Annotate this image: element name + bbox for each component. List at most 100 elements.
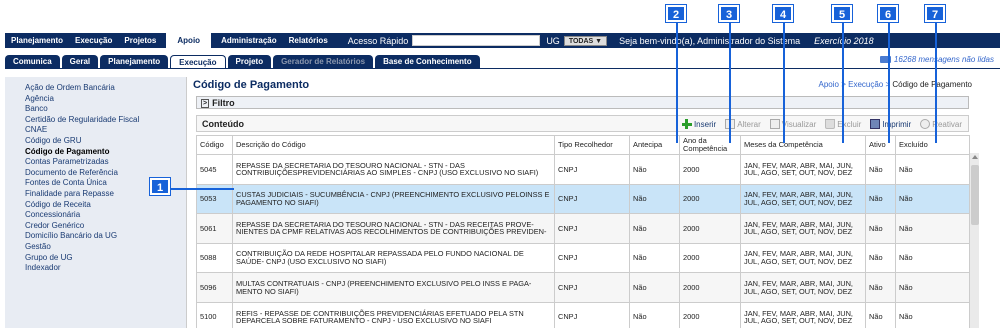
- col-header[interactable]: Meses da Competência: [740, 135, 866, 155]
- cell-year: 2000: [679, 154, 741, 185]
- cell-year: 2000: [679, 213, 741, 244]
- tab-base-conhecimento[interactable]: Base de Conhecimento: [375, 55, 480, 68]
- messages-text: 16268 mensagens não lidas: [893, 55, 994, 64]
- cell-code: 5096: [196, 272, 233, 303]
- ug-label: UG: [546, 35, 560, 46]
- sidebar-item[interactable]: Indexador: [5, 263, 186, 274]
- col-header[interactable]: Descrição do Código: [232, 135, 555, 155]
- view-button[interactable]: Visualizar: [769, 119, 817, 129]
- insert-button[interactable]: Inserir: [681, 119, 716, 129]
- col-header[interactable]: Tipo Recolhedor: [554, 135, 630, 155]
- cell-type: CNPJ: [554, 183, 630, 215]
- menu-apoio[interactable]: Apoio: [166, 33, 212, 48]
- tab-projeto[interactable]: Projeto: [227, 55, 272, 68]
- cell-months: JAN, FEV, MAR, ABR, MAI, JUN, JUL, AGO, …: [740, 272, 866, 303]
- print-button[interactable]: Imprimir: [870, 119, 911, 129]
- cell-months: JAN, FEV, MAR, ABR, MAI, JUN, JUL, AGO, …: [740, 242, 866, 274]
- cell-code: 5088: [196, 242, 233, 274]
- cell-description: REPASSE DA SECRETARIA DO TESOURO NACIONA…: [232, 213, 555, 244]
- menu-planejamento[interactable]: Planejamento: [5, 33, 69, 48]
- scroll-thumb[interactable]: [971, 165, 979, 225]
- cell-antecipa: Não: [629, 183, 680, 215]
- printer-icon: [870, 119, 881, 129]
- reactivate-button[interactable]: Reativar: [920, 119, 962, 129]
- menu-projetos[interactable]: Projetos: [118, 33, 162, 48]
- col-header[interactable]: Excluído: [895, 135, 970, 155]
- sidebar-item[interactable]: Ação de Ordem Bancária: [5, 83, 186, 94]
- sidebar-item[interactable]: Código de Receita: [5, 200, 186, 211]
- cell-year: 2000: [679, 301, 741, 328]
- cell-year: 2000: [679, 183, 741, 215]
- cell-active: Não: [865, 213, 896, 244]
- callout-badge: 4: [773, 5, 793, 22]
- callout-badge: 5: [832, 5, 852, 22]
- sidebar-item[interactable]: Domicílio Bancário da UG: [5, 231, 186, 242]
- sidebar-item[interactable]: Agência: [5, 94, 186, 105]
- callout-line: [783, 20, 785, 143]
- table-scrollbar[interactable]: [969, 153, 979, 328]
- cell-months: JAN, FEV, MAR, ABR, MAI, JUN, JUL, AGO, …: [740, 213, 866, 244]
- tab-geral[interactable]: Geral: [61, 55, 99, 68]
- quick-access-input[interactable]: [412, 35, 541, 46]
- filter-panel[interactable]: > Filtro: [196, 96, 969, 109]
- ug-select[interactable]: TODAS ▼: [563, 35, 608, 46]
- payment-codes-table: Código Descrição do Código Tipo Recolhed…: [196, 135, 970, 328]
- sidebar-item[interactable]: Certidão de Regularidade Fiscal: [5, 115, 186, 126]
- breadcrumb-execucao[interactable]: Execução: [848, 80, 883, 89]
- cell-type: CNPJ: [554, 154, 630, 185]
- col-header[interactable]: Antecipa: [629, 135, 680, 155]
- menu-execucao[interactable]: Execução: [69, 33, 118, 48]
- reactivate-icon: [920, 119, 931, 129]
- callout-line: [888, 20, 890, 143]
- col-header[interactable]: Ano da Competência: [679, 135, 741, 155]
- breadcrumb-current: Código de Pagamento: [892, 80, 972, 89]
- callout-line: [169, 188, 234, 190]
- col-header[interactable]: Código: [196, 135, 233, 155]
- table-row[interactable]: 5088 CONTRIBUIÇÃO DA REDE HOSPITALAR REPA…: [196, 242, 970, 274]
- trash-icon: [825, 119, 836, 129]
- sidebar-item[interactable]: Grupo de UG: [5, 253, 186, 264]
- callout-badge: 7: [925, 5, 945, 22]
- breadcrumb-apoio[interactable]: Apoio: [819, 80, 839, 89]
- tab-gerador-relatorios[interactable]: Gerador de Relatórios: [273, 55, 374, 68]
- sidebar-item[interactable]: Gestão: [5, 242, 186, 253]
- cell-description: MULTAS CONTRATUAIS - CNPJ (PREENCHIMENTO…: [232, 272, 555, 303]
- table-row[interactable]: 5100 REFIS - REPASSE DE CONTRIBUIÇÕES PRE…: [196, 301, 970, 328]
- cell-code: 5045: [196, 154, 233, 185]
- col-header[interactable]: Ativo: [865, 135, 896, 155]
- filter-label: Filtro: [212, 98, 235, 108]
- sidebar-item[interactable]: Concessionária: [5, 210, 186, 221]
- cell-deleted: Não: [895, 301, 970, 328]
- menu-relatorios[interactable]: Relatórios: [283, 33, 334, 48]
- cell-active: Não: [865, 242, 896, 274]
- sidebar-item[interactable]: CNAE: [5, 125, 186, 136]
- tab-comunica[interactable]: Comunica: [5, 55, 60, 68]
- menu-administracao[interactable]: Administração: [215, 33, 283, 48]
- plus-icon: [681, 119, 692, 129]
- table-row[interactable]: 5061 REPASSE DA SECRETARIA DO TESOURO NAC…: [196, 213, 970, 244]
- table-row-selected[interactable]: 5053 CUSTAS JUDICIAIS - SUCUMBÊNCIA - CNP…: [196, 183, 970, 215]
- print-label: Imprimir: [882, 119, 912, 129]
- cell-type: CNPJ: [554, 301, 630, 328]
- sidebar-item[interactable]: Credor Genérico: [5, 221, 186, 232]
- cell-antecipa: Não: [629, 242, 680, 274]
- tab-execucao[interactable]: Execução: [170, 55, 226, 68]
- view-icon: [769, 119, 780, 129]
- callout-line: [935, 20, 937, 143]
- table-row[interactable]: 5045 REPASSE DA SECRETARIA DO TESOURO NAC…: [196, 154, 970, 185]
- tab-planejamento[interactable]: Planejamento: [100, 55, 169, 68]
- table-row[interactable]: 5096 MULTAS CONTRATUAIS - CNPJ (PREENCHIM…: [196, 272, 970, 303]
- sidebar-item[interactable]: Banco: [5, 104, 186, 115]
- cell-months: JAN, FEV, MAR, ABR, MAI, JUN, JUL, AGO, …: [740, 154, 866, 185]
- cell-type: CNPJ: [554, 272, 630, 303]
- view-label: Visualizar: [781, 119, 817, 129]
- sidebar-item-codigo-pagamento[interactable]: Código de Pagamento: [5, 147, 186, 158]
- cell-antecipa: Não: [629, 213, 680, 244]
- sidebar-item[interactable]: Contas Parametrizadas: [5, 157, 186, 168]
- table-header-row: Código Descrição do Código Tipo Recolhed…: [196, 135, 970, 155]
- sidebar-item[interactable]: Código de GRU: [5, 136, 186, 147]
- scroll-up-icon[interactable]: [972, 155, 978, 159]
- cell-code: 5100: [196, 301, 233, 328]
- sidebar-item[interactable]: Documento de Referência: [5, 168, 186, 179]
- cell-description: REPASSE DA SECRETARIA DO TESOURO NACIONA…: [232, 154, 555, 185]
